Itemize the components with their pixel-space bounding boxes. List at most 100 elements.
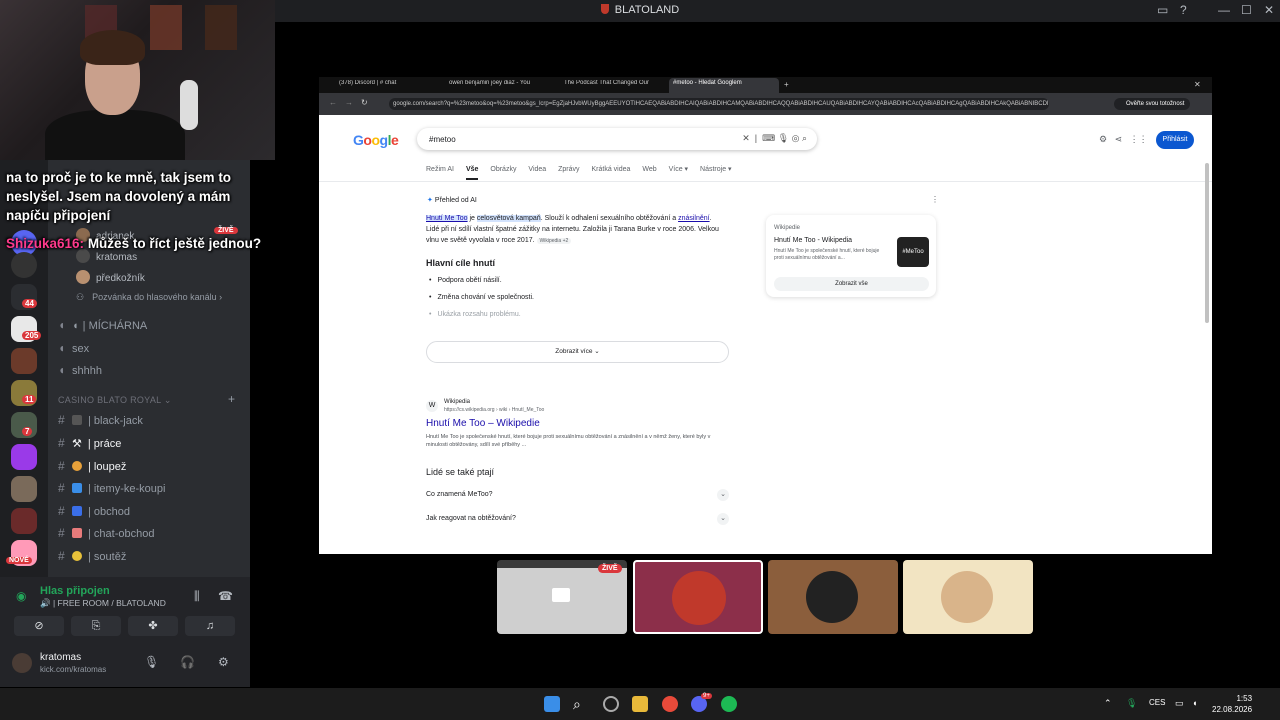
server-icon-7[interactable]: [11, 444, 37, 470]
search-input[interactable]: #metoo ✕ | ⌨ 🎙 ◎ ⌕: [417, 128, 817, 150]
google-logo[interactable]: Google: [353, 132, 399, 148]
voice-channel[interactable]: ◖ sex: [58, 341, 89, 355]
server-icon-8[interactable]: [11, 476, 37, 502]
close-button[interactable]: ✕: [1264, 3, 1274, 17]
result-title-link[interactable]: Hnutí Me Too – Wikipedie: [426, 418, 540, 429]
tab-web[interactable]: Web: [642, 166, 656, 173]
avatar[interactable]: [12, 653, 32, 673]
browser-close-icon[interactable]: ✕: [1194, 80, 1201, 92]
tab-more[interactable]: Více ▾: [669, 166, 688, 173]
settings-icon[interactable]: ⚙: [1099, 134, 1107, 144]
show-all-button[interactable]: Zobrazit vše: [774, 277, 929, 291]
browser-tab-active[interactable]: #metoo - Hledat Googlem: [669, 78, 779, 93]
source-chip[interactable]: Wikipedia +2: [536, 238, 572, 244]
scrollbar[interactable]: [1205, 163, 1209, 323]
tab-videos[interactable]: Videa: [528, 166, 546, 173]
participant-tile[interactable]: [633, 560, 763, 634]
avatar: [672, 571, 726, 625]
disconnect-icon[interactable]: ☎: [218, 589, 233, 603]
voice-user[interactable]: kratomas: [76, 249, 137, 263]
volume-icon[interactable]: ◖: [1192, 698, 1197, 708]
ai-link[interactable]: Hnutí Me Too: [426, 215, 468, 222]
text-channel[interactable]: # | chat-obchod: [58, 526, 154, 540]
text-channel[interactable]: # | black-jack: [58, 413, 143, 427]
back-icon[interactable]: ←: [329, 98, 337, 107]
noise-suppression-icon[interactable]: ⫼: [194, 589, 200, 604]
category-header[interactable]: CASINO BLATO ROYAL ⌄: [58, 395, 172, 406]
tab-tools[interactable]: Nástroje ▾: [700, 166, 732, 173]
chevron-up-icon[interactable]: ⌃: [1104, 698, 1112, 709]
camera-toggle-button[interactable]: ⊘: [14, 616, 64, 636]
microphone-icon[interactable]: 🎙: [1126, 698, 1137, 709]
text-channel[interactable]: # | itemy-ke-koupi: [58, 481, 165, 495]
forward-icon[interactable]: →: [345, 98, 353, 107]
participant-tile[interactable]: [768, 560, 898, 634]
network-icon[interactable]: ▭: [1175, 698, 1184, 709]
tab-all[interactable]: Vše: [465, 166, 479, 180]
url-input[interactable]: google.com/search?q=%23metoo&oq=%23metoo…: [389, 98, 1049, 110]
file-explorer-icon[interactable]: [632, 696, 648, 712]
voice-channel[interactable]: ◖ ◖ | MÍCHÁRNA: [58, 318, 147, 332]
new-tab-button[interactable]: +: [784, 80, 789, 92]
text-channel[interactable]: # | soutěž: [58, 549, 126, 563]
text-channel[interactable]: # | obchod: [58, 504, 130, 518]
voice-room[interactable]: 🔊 | FREE ROOM / BLATOLAND: [40, 598, 166, 609]
system-clock[interactable]: 1:53 22.08.2026: [1212, 693, 1252, 715]
participant-tile[interactable]: [903, 560, 1033, 634]
soundboard-button[interactable]: ♫: [185, 616, 235, 636]
ai-link[interactable]: znásilnění: [678, 215, 710, 222]
browser-tab[interactable]: (378) Discord | # chat: [339, 80, 419, 92]
share-icon[interactable]: ⋖: [1115, 134, 1123, 144]
language-indicator[interactable]: CES: [1149, 698, 1165, 707]
sign-in-button[interactable]: Přihlásit: [1156, 131, 1194, 149]
headphones-icon[interactable]: 🎧: [180, 655, 195, 669]
activities-button[interactable]: ✤: [128, 616, 178, 636]
participant-tile-screenshare[interactable]: ŽIVĚ: [497, 560, 627, 634]
tab-images[interactable]: Obrázky: [490, 166, 516, 173]
app-icon[interactable]: [603, 696, 619, 712]
voice-channel[interactable]: ◖ shhhh: [58, 363, 102, 377]
microphone-icon[interactable]: 🎙: [144, 655, 159, 669]
inbox-icon[interactable]: ▭: [1157, 3, 1168, 17]
maximize-button[interactable]: ☐: [1241, 3, 1252, 17]
browser-tab[interactable]: owen benjamin joey diaz - You: [449, 80, 544, 92]
wiki-card[interactable]: Wikipedie Hnutí Me Too - Wikipedia Hnutí…: [766, 215, 936, 297]
tab-news[interactable]: Zprávy: [558, 166, 579, 173]
subtitle-line: na to proč je to ke mně, tak jsem to: [6, 170, 232, 185]
help-icon[interactable]: ?: [1180, 3, 1187, 17]
voice-user[interactable]: předkožník: [76, 270, 145, 284]
server-icon-4[interactable]: [11, 348, 37, 374]
browser-tab[interactable]: The Podcast That Changed Our: [564, 80, 654, 92]
search-actions: ✕ | ⌨ 🎙 ◎ ⌕: [742, 133, 807, 143]
avatar: [941, 571, 993, 623]
voice-invite-link[interactable]: ⚇ Pozvánka do hlasového kanálu ›: [76, 292, 222, 303]
show-more-button[interactable]: Zobrazit více ⌄: [426, 341, 729, 363]
clear-icon[interactable]: ✕: [742, 133, 750, 143]
verify-identity-button[interactable]: Ověřte svou totožnost: [1114, 98, 1191, 110]
mic-icon[interactable]: 🎙: [778, 133, 789, 143]
search-icon[interactable]: ⌕: [573, 696, 589, 712]
start-icon[interactable]: [544, 696, 560, 712]
reload-icon[interactable]: ↻: [361, 98, 368, 107]
tab-ai-mode[interactable]: Režim AI: [426, 166, 454, 173]
more-options-icon[interactable]: ⋮: [931, 195, 939, 204]
screen-share-button[interactable]: ⎘: [71, 616, 121, 636]
chrome-icon[interactable]: [662, 696, 678, 712]
add-channel-icon[interactable]: +: [228, 392, 235, 406]
tab-short-videos[interactable]: Krátká videa: [592, 166, 631, 173]
wiki-card-title[interactable]: Hnutí Me Too - Wikipedia: [774, 237, 852, 244]
lens-icon[interactable]: ◎: [792, 133, 800, 143]
text-channel[interactable]: # | loupež: [58, 459, 126, 473]
spotify-icon[interactable]: [721, 696, 737, 712]
keyboard-icon[interactable]: ⌨: [762, 133, 775, 143]
text-channel[interactable]: # ⚒ | práce: [58, 436, 121, 450]
paa-question[interactable]: Jak reagovat na obtěžování? ⌄: [426, 513, 729, 525]
paa-question[interactable]: Co znamená MeToo? ⌄: [426, 489, 729, 501]
chatgpt-server-icon[interactable]: [11, 252, 37, 278]
server-icon-9[interactable]: [11, 508, 37, 534]
gear-icon[interactable]: ⚙: [218, 655, 229, 669]
apps-grid-icon[interactable]: ⋮⋮: [1130, 134, 1148, 144]
minimize-button[interactable]: —: [1218, 3, 1230, 17]
search-icon[interactable]: ⌕: [802, 133, 807, 143]
unread-badge: 11: [22, 395, 37, 404]
